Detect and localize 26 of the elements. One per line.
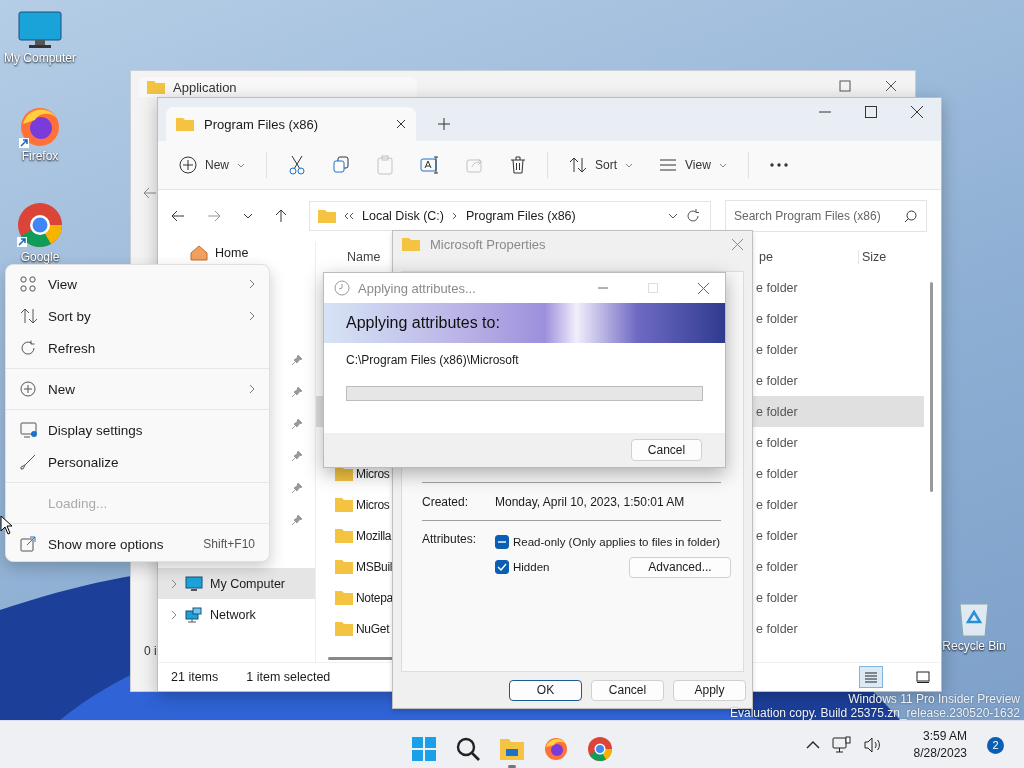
file-type: e folder xyxy=(756,404,799,419)
file-name: Mozilla xyxy=(356,528,392,543)
watermark-text: Windows 11 Pro Insider Preview xyxy=(848,692,1020,706)
file-name: MSBuil xyxy=(356,559,393,574)
file-type: e folder xyxy=(756,590,799,605)
file-type: e folder xyxy=(756,373,799,388)
selection-count: 1 item selected xyxy=(246,670,331,684)
file-type: e folder xyxy=(756,528,799,543)
status-text: 0 i xyxy=(144,644,157,658)
file-name: Micros xyxy=(356,497,390,512)
field-value: Monday, April 10, 2023, 1:50:01 AM xyxy=(495,494,685,509)
item-count: 21 items xyxy=(171,670,219,684)
file-type: e folder xyxy=(756,497,799,512)
file-type: e folder xyxy=(756,621,799,636)
file-type: e folder xyxy=(756,559,799,574)
file-name: NuGet xyxy=(356,621,390,636)
field-label: Attributes: xyxy=(422,532,478,548)
dialog-title: Microsoft Properties xyxy=(430,236,546,252)
file-name: Notepa xyxy=(356,590,393,605)
tab-title: Program Files (x86) xyxy=(204,116,320,132)
file-path: C:\Program Files (x86)\Microsoft xyxy=(346,353,520,367)
file-name: Micros xyxy=(356,466,390,481)
banner-heading: Applying attributes to: xyxy=(346,314,500,332)
field-label: Created: xyxy=(422,494,470,509)
file-type: e folder xyxy=(756,466,799,481)
dialog-title: Applying attributes... xyxy=(358,280,476,296)
